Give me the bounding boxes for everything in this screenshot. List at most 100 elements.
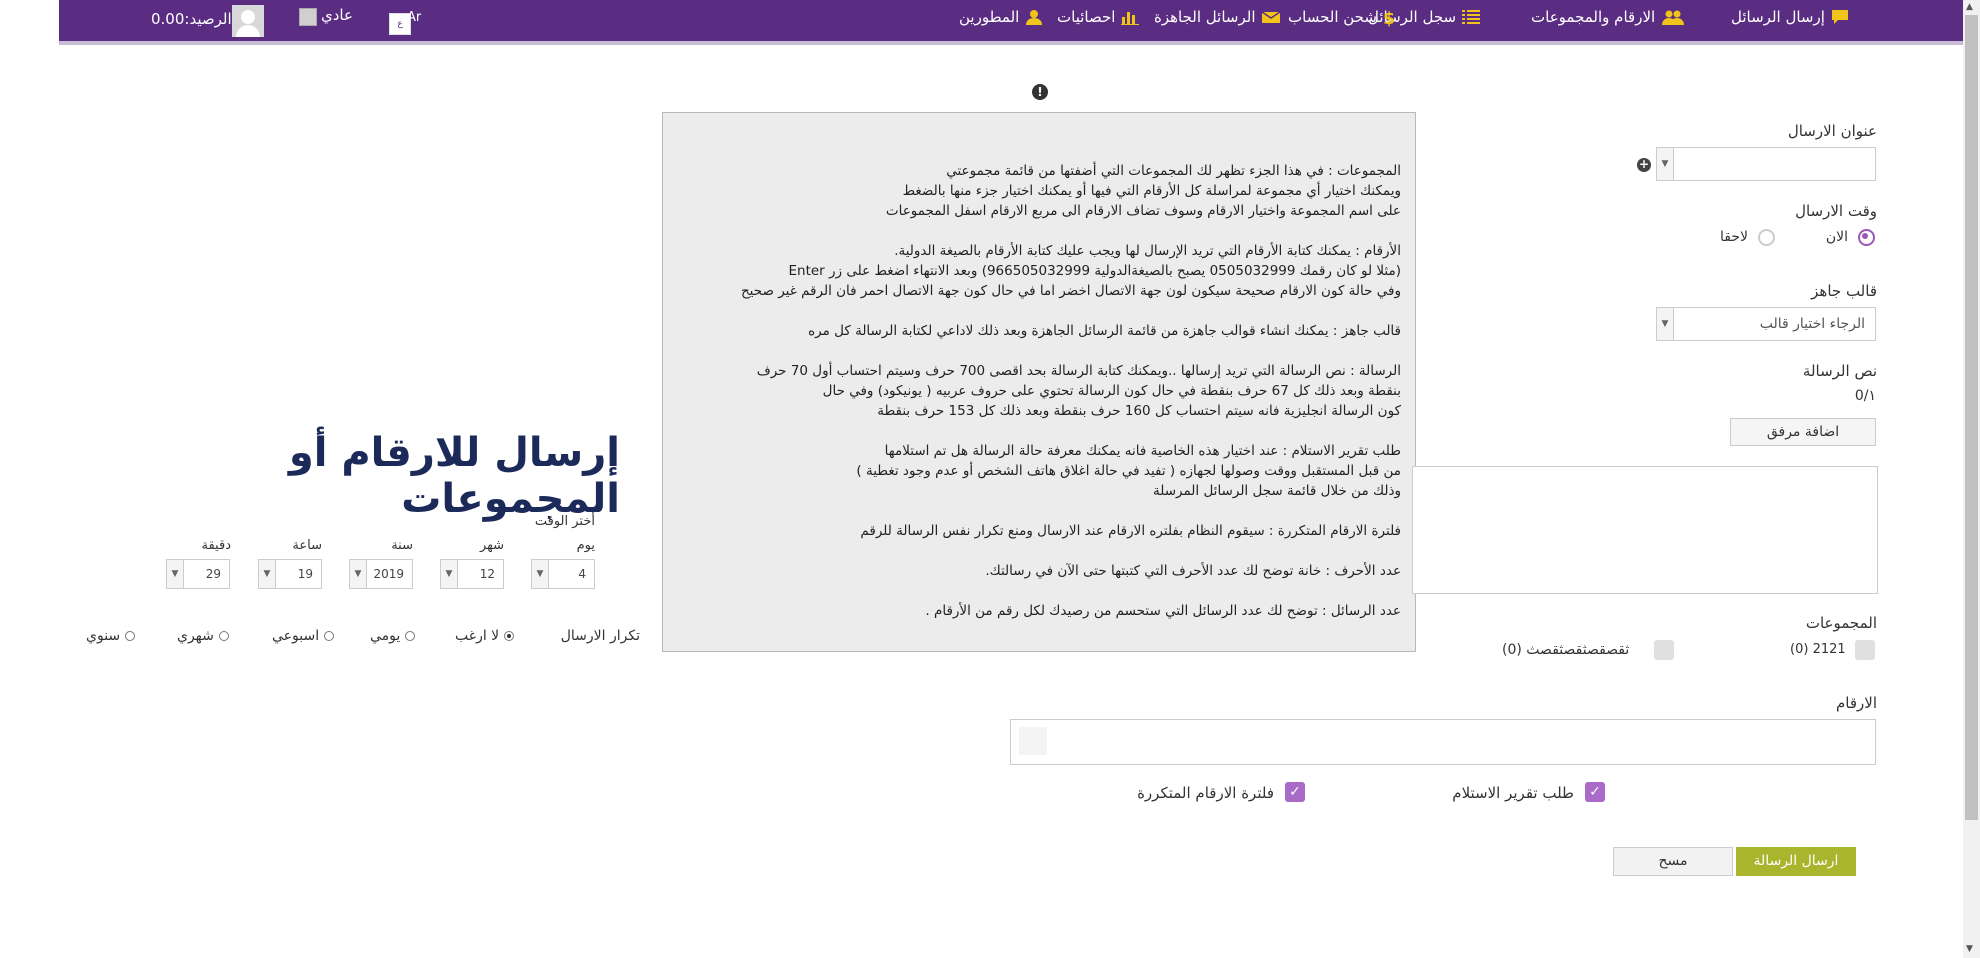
help-paragraph-message: الرسالة : نص الرسالة التي تريد إرسالها .… xyxy=(756,363,1401,419)
nav-item-recharge[interactable]: $ شحن الحساب xyxy=(1288,8,1395,29)
month-label: شهر xyxy=(479,538,504,553)
group-checkbox[interactable] xyxy=(1654,640,1674,660)
help-paragraph-filter: فلترة الارقام المتكررة : سيقوم النظام بف… xyxy=(860,523,1401,539)
repeat-radio[interactable] xyxy=(405,631,416,641)
month-value: 12 xyxy=(479,567,495,581)
chevron-down-icon: ▼ xyxy=(532,560,549,588)
nav-item-send-messages[interactable]: إرسال الرسائل xyxy=(1731,8,1849,26)
chat-icon xyxy=(1831,9,1849,25)
chevron-down-icon: ▼ xyxy=(259,560,276,588)
nav-label: شحن الحساب xyxy=(1288,8,1377,26)
numbers-input-token xyxy=(1019,727,1047,755)
minute-value: 29 xyxy=(205,567,221,581)
message-label: نص الرسالة xyxy=(1802,362,1877,380)
page-title: إرسال للارقام أو المجموعات xyxy=(288,430,620,522)
nav-item-numbers-groups[interactable]: الارقام والمجموعات xyxy=(1531,8,1685,26)
nav-item-ready-messages[interactable]: الرسائل الجاهزة xyxy=(1154,8,1280,26)
filter-duplicates-checkbox[interactable]: ✓ xyxy=(1285,782,1305,802)
scroll-up-icon[interactable]: ▲ xyxy=(1966,2,1973,12)
repeat-radio[interactable] xyxy=(324,631,335,641)
choose-time-label: أختر الوقت xyxy=(534,514,595,529)
month-select[interactable]: ▼ 12 xyxy=(440,559,504,589)
help-panel: المجموعات : في هذا الجزء تظهر لك المجموع… xyxy=(662,112,1416,652)
repeat-option-none[interactable]: لا ارغب xyxy=(455,628,515,644)
sender-label: عنوان الارسال xyxy=(1787,122,1877,140)
day-value: 4 xyxy=(578,567,586,581)
hour-value: 19 xyxy=(297,567,313,581)
repeat-option-label: اسبوعي xyxy=(272,628,320,644)
help-paragraph-groups: المجموعات : في هذا الجزء تظهر لك المجموع… xyxy=(885,163,1401,219)
group-checkbox[interactable] xyxy=(1855,640,1875,660)
language-label[interactable]: Ar xyxy=(407,10,421,25)
template-select[interactable]: ▼ الرجاء اختيار قالب xyxy=(1656,307,1876,341)
repeat-radio[interactable] xyxy=(125,631,136,641)
send-message-button[interactable]: ارسال الرسالة xyxy=(1736,847,1856,876)
template-label: قالب جاهز xyxy=(1811,282,1877,300)
groups-label: المجموعات xyxy=(1805,614,1877,632)
clear-button[interactable]: مسح xyxy=(1613,847,1733,876)
dollar-icon: $ xyxy=(1383,9,1395,29)
chevron-down-icon: ▼ xyxy=(167,560,184,588)
user-icon xyxy=(1025,9,1043,25)
minute-select[interactable]: ▼ 29 xyxy=(166,559,230,589)
chevron-down-icon: ▼ xyxy=(350,560,367,588)
nav-item-statistics[interactable]: احصائيات xyxy=(1057,8,1140,26)
status-indicator xyxy=(299,8,317,26)
repeat-option-yearly[interactable]: سنوي xyxy=(86,628,136,644)
repeat-label: تكرار الارسال xyxy=(560,628,640,644)
delivery-report-checkbox[interactable]: ✓ xyxy=(1585,782,1605,802)
nav-label: الارقام والمجموعات xyxy=(1531,8,1656,26)
bar-chart-icon xyxy=(1121,9,1140,25)
scrollbar-thumb[interactable] xyxy=(1965,15,1978,820)
info-icon[interactable]: ! xyxy=(1032,84,1048,100)
repeat-option-label: لا ارغب xyxy=(455,628,500,644)
repeat-option-weekly[interactable]: اسبوعي xyxy=(272,628,335,644)
day-select[interactable]: ▼ 4 xyxy=(531,559,595,589)
message-textarea[interactable] xyxy=(1412,466,1878,594)
repeat-radio[interactable] xyxy=(218,631,229,641)
year-label: سنة xyxy=(391,538,413,553)
send-later-radio[interactable] xyxy=(1758,229,1775,246)
repeat-radio[interactable] xyxy=(504,631,515,641)
send-later-label: لاحقا xyxy=(1720,229,1748,245)
hour-label: ساعة xyxy=(292,538,322,553)
filter-duplicates-label: فلترة الارقام المتكررة xyxy=(1137,784,1274,802)
avatar[interactable] xyxy=(232,5,264,37)
template-select-value: الرجاء اختيار قالب xyxy=(1759,316,1865,332)
attach-button[interactable]: اضافة مرفق xyxy=(1730,418,1876,446)
chevron-down-icon: ▼ xyxy=(441,560,458,588)
sender-select[interactable]: ▼ xyxy=(1656,147,1876,181)
help-paragraph-char-count: عدد الأحرف : خانة توضح لك عدد الأحرف الت… xyxy=(985,563,1401,579)
envelope-icon xyxy=(1261,9,1280,25)
repeat-option-monthly[interactable]: شهري xyxy=(177,628,229,644)
help-paragraph-message-count: عدد الرسائل : توضح لك عدد الرسائل التي س… xyxy=(925,603,1401,619)
users-icon xyxy=(1661,9,1685,25)
day-label: يوم xyxy=(576,538,595,553)
chevron-down-icon: ▼ xyxy=(1657,148,1674,180)
delivery-report-label: طلب تقرير الاستلام xyxy=(1452,784,1574,802)
add-sender-icon[interactable]: + xyxy=(1637,158,1651,172)
repeat-option-daily[interactable]: يومي xyxy=(370,628,416,644)
scroll-down-icon[interactable]: ▼ xyxy=(1966,944,1973,954)
nav-label: احصائيات xyxy=(1057,8,1116,26)
year-value: 2019 xyxy=(373,567,404,581)
help-paragraph-numbers: الأرقام : يمكنك كتابة الأرقام التي تريد … xyxy=(740,243,1401,299)
group-label: ثقصقصثقصثقصث (0) xyxy=(1502,642,1630,658)
year-select[interactable]: ▼ 2019 xyxy=(349,559,413,589)
status-label: عادي xyxy=(321,6,353,24)
repeat-option-label: شهري xyxy=(177,628,214,644)
help-text: المجموعات : في هذا الجزء تظهر لك المجموع… xyxy=(671,161,1401,641)
send-now-radio[interactable] xyxy=(1858,229,1875,246)
repeat-option-label: سنوي xyxy=(86,628,121,644)
nav-item-developers[interactable]: المطورين xyxy=(959,8,1043,26)
top-navbar: إرسال الرسائل الارقام والمجموعات سجل الر… xyxy=(59,0,1964,45)
chevron-down-icon: ▼ xyxy=(1657,308,1674,340)
nav-label: إرسال الرسائل xyxy=(1731,8,1825,26)
nav-label: المطورين xyxy=(959,8,1020,26)
hour-select[interactable]: ▼ 19 xyxy=(258,559,322,589)
balance-label: الرصيد:0.00 xyxy=(151,10,232,28)
minute-label: دقيقة xyxy=(201,538,231,553)
send-now-label: الان xyxy=(1825,229,1848,245)
numbers-input[interactable] xyxy=(1010,719,1876,765)
send-time-label: وقت الارسال xyxy=(1795,202,1877,220)
